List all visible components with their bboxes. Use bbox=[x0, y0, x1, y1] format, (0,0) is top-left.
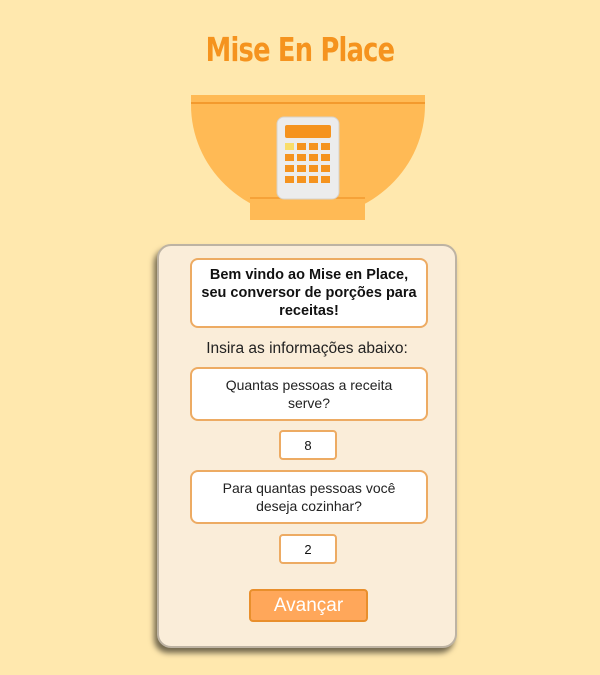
servings-input[interactable] bbox=[279, 430, 337, 460]
bowl-foot bbox=[250, 198, 365, 220]
target-servings-input[interactable] bbox=[279, 534, 337, 564]
welcome-message: Bem vindo ao Mise en Place, seu converso… bbox=[190, 258, 428, 328]
target-servings-question-label: Para quantas pessoas você deseja cozinha… bbox=[190, 470, 428, 524]
app-title: Mise En Place bbox=[205, 30, 395, 69]
logo-svg bbox=[191, 95, 425, 220]
app-root: Mise En Place Bem vindo ao Mise en Place… bbox=[0, 0, 600, 675]
calculator-icon bbox=[276, 116, 340, 200]
bowl-calculator-icon bbox=[189, 95, 427, 220]
advance-button[interactable]: Avançar bbox=[249, 589, 368, 622]
instructions-text: Insira as informações abaixo: bbox=[206, 340, 408, 357]
converter-form-card: Bem vindo ao Mise en Place, seu converso… bbox=[157, 244, 457, 648]
servings-question-label: Quantas pessoas a receita serve? bbox=[190, 367, 428, 421]
